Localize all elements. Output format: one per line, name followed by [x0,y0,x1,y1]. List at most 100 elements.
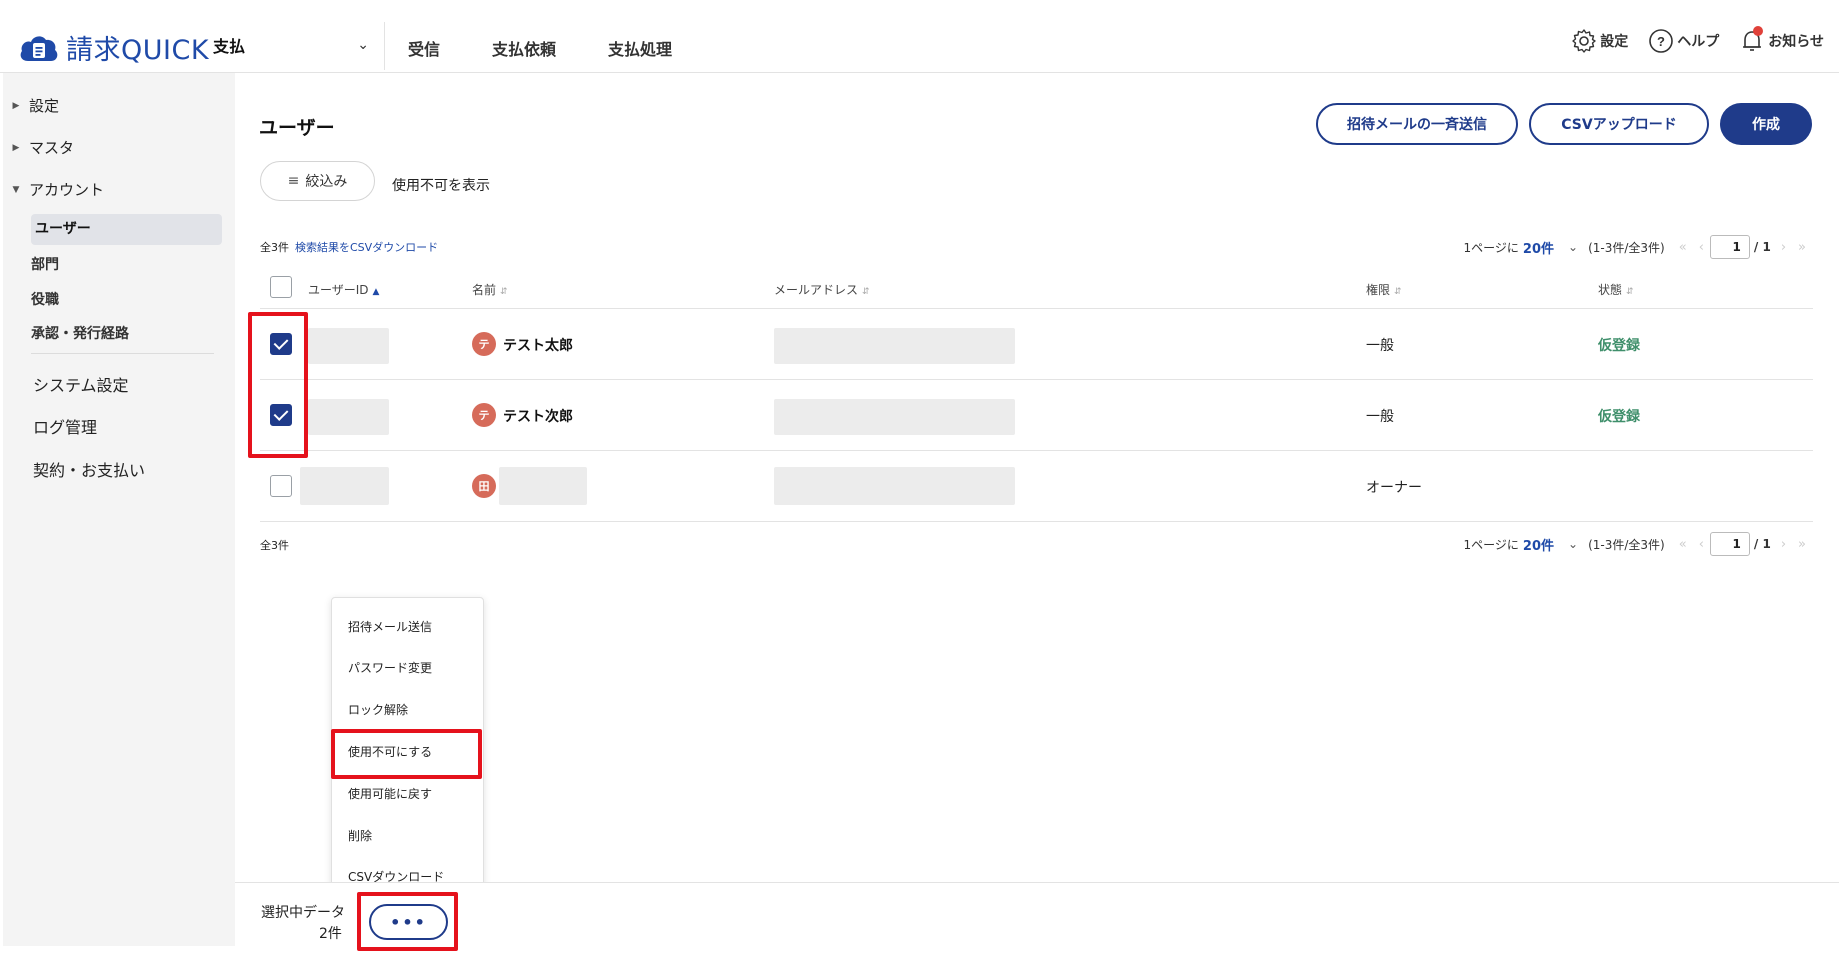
masked-email [774,328,1015,364]
bulk-invite-button[interactable]: 招待メールの一斉送信 [1316,103,1518,145]
prev-page-icon[interactable]: ‹ [1699,240,1704,255]
column-header-status[interactable]: 状態 ⇵ [1598,281,1634,298]
header-nav: 受信 支払依頼 支払処理 [408,36,724,60]
page-range: (1-3件/全3件) [1588,537,1665,552]
per-page-select[interactable]: 1ページに 20件 [1464,238,1555,257]
column-label: メールアドレス [774,283,859,297]
per-page-value: 20件 [1522,538,1555,554]
filter-button[interactable]: ≡ 絞込み [260,161,375,201]
csv-download-link[interactable]: 検索結果をCSVダウンロード [295,241,438,254]
sidebar-group-label: 設定 [29,97,60,115]
sidebar-group-label: マスタ [29,139,75,157]
page-title: ユーザー [259,117,335,139]
result-count-bottom: 全3件 [260,537,289,553]
caret-right-icon: ▶ [12,142,20,153]
page-number-input[interactable]: 1 [1709,532,1750,556]
sidebar-item-system-settings[interactable]: システム設定 [33,372,129,396]
settings-button[interactable]: 設定 [1571,28,1628,54]
module-select[interactable]: 支払 ⌄ [213,24,383,66]
column-header-email[interactable]: メールアドレス ⇵ [774,281,870,298]
sort-icon: ⇵ [1626,287,1634,297]
select-all-checkbox[interactable] [270,276,292,298]
sort-icon: ▲ [372,287,380,297]
row-checkbox[interactable] [270,404,292,426]
last-page-icon[interactable]: » [1798,537,1806,552]
first-page-icon[interactable]: « [1679,240,1687,255]
gear-icon [1572,29,1596,53]
sidebar-item-positions[interactable]: 役職 [31,289,59,309]
page-number-input[interactable]: 1 [1709,235,1750,259]
masked-email [774,467,1015,505]
sidebar-item-users[interactable]: ユーザー [31,214,222,245]
menu-item-disable[interactable]: 使用不可にする [348,743,432,760]
sidebar-item-approval-routes[interactable]: 承認・発行経路 [31,323,129,343]
row-checkbox[interactable] [270,475,292,497]
row-checkbox[interactable] [270,333,292,355]
prev-page-icon[interactable]: ‹ [1699,537,1704,552]
first-page-icon[interactable]: « [1679,537,1687,552]
column-header-role[interactable]: 権限 ⇵ [1366,281,1402,298]
sidebar-group-label: アカウント [29,181,105,199]
notifications-button[interactable]: お知らせ [1739,26,1824,54]
last-page-icon[interactable]: » [1798,240,1806,255]
menu-item-unlock[interactable]: ロック解除 [348,701,408,718]
users-table: ユーザーID ▲ 名前 ⇵ メールアドレス ⇵ 権限 ⇵ 状態 ⇵ テ テスト太郎 一般 … [260,267,1813,522]
sidebar-group-master[interactable]: ▶ マスタ [3,137,74,158]
table-row[interactable]: テ テスト次郎 一般 仮登録 [260,380,1813,451]
chevron-down-icon[interactable]: ⌄ [1568,240,1578,254]
show-disabled-toggle[interactable]: 使用不可を表示 [392,175,490,195]
column-label: 状態 [1598,283,1623,297]
chevron-down-icon[interactable]: ⌄ [1568,537,1578,551]
column-label: ユーザーID [308,283,369,297]
filter-icon: ≡ [287,173,300,189]
user-role: オーナー [1366,480,1422,496]
top-header: 請求QUICK 支払 ⌄ 受信 支払依頼 支払処理 設定 ? ヘルプ お知らせ [0,0,1839,73]
masked-user-id [300,467,389,505]
nav-item-payment-processing[interactable]: 支払処理 [608,36,672,60]
filter-label: 絞込み [305,174,348,190]
nav-item-payment-request[interactable]: 支払依頼 [492,36,556,60]
sidebar-group-settings[interactable]: ▶ 設定 [3,95,59,116]
table-row[interactable]: テ テスト太郎 一般 仮登録 [260,309,1813,380]
app-root: 請求QUICK 支払 ⌄ 受信 支払依頼 支払処理 設定 ? ヘルプ お知らせ … [0,0,1839,958]
table-row[interactable]: 田 オーナー [260,451,1813,522]
next-page-icon[interactable]: › [1781,537,1786,552]
selection-bar: 選択中データ 2件 ••• [235,882,1839,958]
sidebar-item-contract-payment[interactable]: 契約・お支払い [33,457,145,481]
avatar: テ [472,403,496,427]
logo-text: 請求QUICK [66,35,210,66]
masked-user-id [308,328,389,364]
per-page-select[interactable]: 1ページに 20件 [1464,535,1555,554]
csv-upload-button[interactable]: CSVアップロード [1529,103,1709,145]
menu-item-change-password[interactable]: パスワード変更 [348,659,432,676]
table-header: ユーザーID ▲ 名前 ⇵ メールアドレス ⇵ 権限 ⇵ 状態 ⇵ [260,267,1813,309]
total-pages: / 1 [1753,240,1771,254]
masked-user-id [308,399,389,435]
sort-icon: ⇵ [1394,287,1402,297]
chevron-down-icon: ⌄ [357,37,369,53]
pagination-bottom: 1ページに 20件 ⌄ (1-3件/全3件) « ‹ 1 / 1 › » [1464,532,1812,556]
result-count: 全3件 [260,539,289,552]
sidebar-item-log-management[interactable]: ログ管理 [33,414,97,438]
cloud-document-icon [20,35,58,61]
next-page-icon[interactable]: › [1781,240,1786,255]
page-range: (1-3件/全3件) [1588,240,1665,255]
nav-item-received[interactable]: 受信 [408,36,440,60]
menu-item-send-invite[interactable]: 招待メール送信 [348,618,432,635]
column-header-name[interactable]: 名前 ⇵ [472,281,508,298]
caret-down-icon: ▼ [12,184,20,195]
notifications-label: お知らせ [1768,34,1824,50]
sidebar-item-departments[interactable]: 部門 [31,254,59,274]
sidebar-group-account[interactable]: ▼ アカウント [3,179,104,200]
more-actions-button[interactable]: ••• [369,904,448,940]
app-logo[interactable]: 請求QUICK [18,28,209,67]
avatar: テ [472,332,496,356]
create-button[interactable]: 作成 [1720,103,1812,145]
menu-item-enable[interactable]: 使用可能に戻す [348,785,432,802]
menu-item-delete[interactable]: 削除 [348,827,372,844]
column-header-user-id[interactable]: ユーザーID ▲ [308,281,379,298]
user-name: テスト太郎 [503,338,573,354]
header-right: 設定 ? ヘルプ お知らせ [1551,26,1824,54]
help-label: ヘルプ [1677,34,1720,50]
help-button[interactable]: ? ヘルプ [1648,28,1719,54]
